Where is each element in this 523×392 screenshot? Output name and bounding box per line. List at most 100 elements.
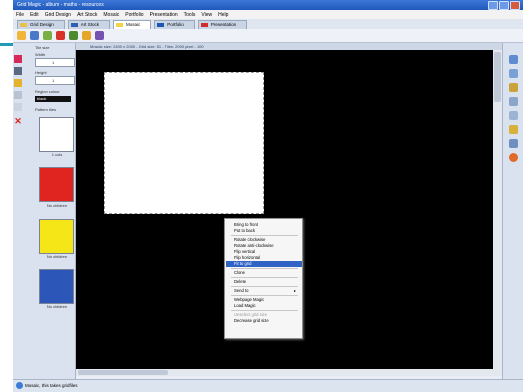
region-colour-field[interactable]: black bbox=[35, 96, 71, 102]
menu-item-mosaic[interactable]: Mosaic bbox=[103, 12, 119, 18]
context-menu-label: Clone bbox=[234, 270, 245, 275]
context-menu-item-rotate-clockwise[interactable]: Rotate clockwise bbox=[234, 237, 265, 242]
pattern-tiles-label: Pattern tiles bbox=[35, 107, 57, 112]
context-menu-label: Rotate clockwise bbox=[234, 237, 266, 242]
scroll-thumb[interactable] bbox=[494, 52, 501, 102]
open-folder-icon[interactable] bbox=[17, 31, 26, 40]
context-menu-item-flip-vertical[interactable]: Flip vertical bbox=[234, 249, 255, 254]
context-menu-label: Delete bbox=[234, 279, 247, 284]
minimize-button[interactable] bbox=[488, 1, 498, 10]
context-menu-item-put-to-back[interactable]: Put to back bbox=[234, 228, 255, 233]
width-spinner[interactable]: 1 bbox=[35, 58, 75, 67]
menu-separator bbox=[231, 286, 298, 287]
height-spinner[interactable]: 1 bbox=[35, 76, 75, 85]
context-menu-item-delete[interactable]: Delete bbox=[234, 279, 246, 284]
delete-icon[interactable]: ✕ bbox=[14, 117, 22, 126]
tile-swatch-yellow[interactable] bbox=[39, 219, 74, 254]
tile-swatch-red[interactable] bbox=[39, 167, 74, 202]
tile-swatch-blue[interactable] bbox=[39, 269, 74, 304]
align-icon[interactable] bbox=[509, 97, 518, 106]
scissors-icon[interactable] bbox=[14, 67, 22, 75]
mosaic-page[interactable] bbox=[104, 72, 264, 214]
right-toolbar bbox=[502, 43, 523, 380]
tab-grid-design[interactable]: Grid Design bbox=[17, 20, 65, 29]
maximize-button[interactable] bbox=[499, 1, 509, 10]
tile-size-label: Tile size bbox=[35, 45, 50, 50]
title-bar: Grid Magic - album - maths - resources bbox=[13, 0, 523, 10]
context-menu-label: Fit to grid bbox=[234, 261, 252, 266]
menu-item-view[interactable]: View bbox=[201, 12, 212, 18]
tools-icon[interactable] bbox=[69, 31, 78, 40]
context-menu-item-rotate-anti-clockwise[interactable]: Rotate anti-clockwise bbox=[234, 243, 274, 248]
context-menu-label: Webpage Magic bbox=[234, 297, 265, 302]
pointer-icon[interactable] bbox=[14, 103, 22, 111]
scroll-thumb[interactable] bbox=[78, 370, 168, 375]
rotate-icon[interactable] bbox=[509, 55, 518, 64]
app-window: Grid Magic - album - maths - resources F… bbox=[13, 0, 523, 392]
figure-icon[interactable] bbox=[95, 31, 104, 40]
tile-caption: No children bbox=[46, 254, 68, 259]
menu-separator bbox=[231, 295, 298, 296]
context-menu-item-webpage-magic[interactable]: Webpage Magic bbox=[234, 297, 264, 302]
context-menu-item-send-to[interactable]: Send to ▸ bbox=[234, 288, 296, 293]
context-menu: Bring to front Put to back Rotate clockwis… bbox=[224, 218, 303, 339]
status-text: Mosaic, this takes gridfiles bbox=[25, 383, 78, 388]
menu-item-edit[interactable]: Edit bbox=[30, 12, 39, 18]
vertical-scrollbar[interactable] bbox=[493, 50, 502, 376]
tab-presentation[interactable]: Presentation bbox=[197, 20, 248, 29]
tab-color-icon bbox=[116, 23, 124, 27]
undo-icon[interactable] bbox=[43, 31, 52, 40]
context-menu-item-bring-to-front[interactable]: Bring to front bbox=[234, 222, 258, 227]
zoom-icon[interactable] bbox=[14, 91, 22, 99]
tab-art-stock[interactable]: Art Stock bbox=[67, 20, 111, 29]
paint-icon[interactable] bbox=[56, 31, 65, 40]
context-menu-label: Put to back bbox=[234, 228, 255, 233]
context-menu-label: Rotate anti-clockwise bbox=[234, 243, 274, 248]
layers-icon[interactable] bbox=[509, 139, 518, 148]
tab-label: Portfolio bbox=[167, 22, 184, 27]
menu-item-tools[interactable]: Tools bbox=[184, 12, 196, 18]
context-menu-label: Bring to front bbox=[234, 222, 258, 227]
context-menu-item-load-magic[interactable]: Load Magic bbox=[234, 303, 256, 308]
tool-column: ✕ bbox=[13, 43, 23, 380]
menu-item-file[interactable]: File bbox=[16, 12, 24, 18]
menu-item-grid-design[interactable]: Grid Design bbox=[45, 12, 71, 18]
width-label: Width bbox=[35, 52, 46, 57]
tile-caption: 1 cols bbox=[51, 152, 63, 157]
flip-icon[interactable] bbox=[509, 69, 518, 78]
context-menu-item-clone[interactable]: Clone bbox=[234, 270, 245, 275]
close-button[interactable] bbox=[510, 1, 520, 10]
context-menu-label: Unselect grid size bbox=[234, 312, 268, 317]
horizontal-scrollbar[interactable] bbox=[76, 369, 493, 376]
tab-color-icon bbox=[157, 23, 165, 27]
status-icon bbox=[16, 382, 23, 389]
menu-item-help[interactable]: Help bbox=[218, 12, 228, 18]
context-menu-item-flip-horizontal[interactable]: Flip horizontal bbox=[234, 255, 260, 260]
tile-swatch-white[interactable] bbox=[39, 117, 74, 152]
menu-item-art-stock[interactable]: Art Stock bbox=[77, 12, 97, 18]
menu-item-portfolio[interactable]: Portfolio bbox=[125, 12, 143, 18]
context-menu-label: Send to bbox=[234, 288, 249, 293]
height-label: Height bbox=[35, 70, 47, 75]
context-menu-label: Flip vertical bbox=[234, 249, 256, 254]
left-sidebar: ✕ Tile size Width 1 Height 1 Region colo… bbox=[13, 43, 76, 380]
tab-label: Grid Design bbox=[30, 22, 54, 27]
target-icon[interactable] bbox=[509, 153, 518, 162]
move-tool-icon[interactable] bbox=[14, 55, 22, 63]
tab-portfolio[interactable]: Portfolio bbox=[154, 20, 195, 29]
resize-icon[interactable] bbox=[509, 83, 518, 92]
mosaic-canvas[interactable]: Bring to front Put to back Rotate clockwis… bbox=[76, 50, 502, 376]
menu-item-presentation[interactable]: Presentation bbox=[150, 12, 178, 18]
context-menu-label: Flip horizontal bbox=[234, 255, 261, 260]
tab-mosaic[interactable]: Mosaic bbox=[113, 20, 152, 29]
save-icon[interactable] bbox=[30, 31, 39, 40]
grid-icon[interactable] bbox=[509, 111, 518, 120]
fill-tool-icon[interactable] bbox=[14, 79, 22, 87]
decorative-accent-bar bbox=[0, 43, 13, 46]
lock-icon[interactable] bbox=[509, 125, 518, 134]
color-icon[interactable] bbox=[82, 31, 91, 40]
context-menu-item-decrease-grid-size[interactable]: Decrease grid size bbox=[234, 318, 269, 323]
tab-color-icon bbox=[20, 23, 27, 27]
tile-caption: No children bbox=[46, 203, 68, 208]
context-menu-item-fit-to-grid[interactable]: Fit to grid bbox=[226, 261, 302, 267]
